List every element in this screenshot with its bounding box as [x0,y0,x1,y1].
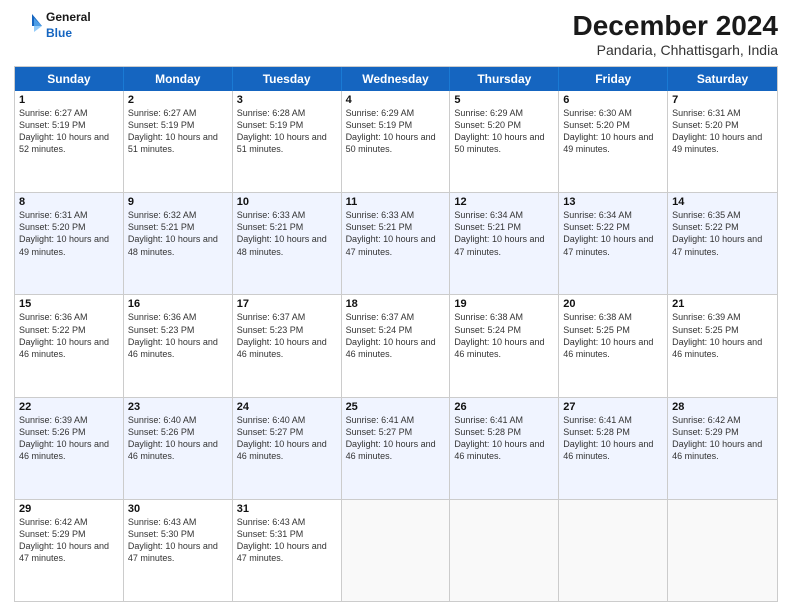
day-30: 30 Sunrise: 6:43 AM Sunset: 5:30 PM Dayl… [124,500,233,601]
day-8: 8 Sunrise: 6:31 AM Sunset: 5:20 PM Dayli… [15,193,124,294]
main-title: December 2024 [573,10,778,42]
day-31: 31 Sunrise: 6:43 AM Sunset: 5:31 PM Dayl… [233,500,342,601]
calendar: Sunday Monday Tuesday Wednesday Thursday… [14,66,778,602]
week-row-2: 8 Sunrise: 6:31 AM Sunset: 5:20 PM Dayli… [15,192,777,294]
day-5: 5 Sunrise: 6:29 AM Sunset: 5:20 PM Dayli… [450,91,559,192]
empty-cell-3 [559,500,668,601]
day-12: 12 Sunrise: 6:34 AM Sunset: 5:21 PM Dayl… [450,193,559,294]
day-26: 26 Sunrise: 6:41 AM Sunset: 5:28 PM Dayl… [450,398,559,499]
day-1: 1 Sunrise: 6:27 AM Sunset: 5:19 PM Dayli… [15,91,124,192]
day-11: 11 Sunrise: 6:33 AM Sunset: 5:21 PM Dayl… [342,193,451,294]
day-19: 19 Sunrise: 6:38 AM Sunset: 5:24 PM Dayl… [450,295,559,396]
empty-cell-1 [342,500,451,601]
header-saturday: Saturday [668,67,777,91]
calendar-page: General Blue December 2024 Pandaria, Chh… [0,0,792,612]
day-14: 14 Sunrise: 6:35 AM Sunset: 5:22 PM Dayl… [668,193,777,294]
day-18: 18 Sunrise: 6:37 AM Sunset: 5:24 PM Dayl… [342,295,451,396]
day-16: 16 Sunrise: 6:36 AM Sunset: 5:23 PM Dayl… [124,295,233,396]
day-3: 3 Sunrise: 6:28 AM Sunset: 5:19 PM Dayli… [233,91,342,192]
header-friday: Friday [559,67,668,91]
day-22: 22 Sunrise: 6:39 AM Sunset: 5:26 PM Dayl… [15,398,124,499]
day-15: 15 Sunrise: 6:36 AM Sunset: 5:22 PM Dayl… [15,295,124,396]
day-2: 2 Sunrise: 6:27 AM Sunset: 5:19 PM Dayli… [124,91,233,192]
day-6: 6 Sunrise: 6:30 AM Sunset: 5:20 PM Dayli… [559,91,668,192]
day-9: 9 Sunrise: 6:32 AM Sunset: 5:21 PM Dayli… [124,193,233,294]
logo: General Blue [14,10,91,42]
week-row-3: 15 Sunrise: 6:36 AM Sunset: 5:22 PM Dayl… [15,294,777,396]
day-4: 4 Sunrise: 6:29 AM Sunset: 5:19 PM Dayli… [342,91,451,192]
empty-cell-2 [450,500,559,601]
day-20: 20 Sunrise: 6:38 AM Sunset: 5:25 PM Dayl… [559,295,668,396]
page-header: General Blue December 2024 Pandaria, Chh… [14,10,778,58]
day-24: 24 Sunrise: 6:40 AM Sunset: 5:27 PM Dayl… [233,398,342,499]
header-wednesday: Wednesday [342,67,451,91]
day-23: 23 Sunrise: 6:40 AM Sunset: 5:26 PM Dayl… [124,398,233,499]
week-row-4: 22 Sunrise: 6:39 AM Sunset: 5:26 PM Dayl… [15,397,777,499]
day-21: 21 Sunrise: 6:39 AM Sunset: 5:25 PM Dayl… [668,295,777,396]
day-10: 10 Sunrise: 6:33 AM Sunset: 5:21 PM Dayl… [233,193,342,294]
empty-cell-4 [668,500,777,601]
day-28: 28 Sunrise: 6:42 AM Sunset: 5:29 PM Dayl… [668,398,777,499]
calendar-header: Sunday Monday Tuesday Wednesday Thursday… [15,67,777,91]
subtitle: Pandaria, Chhattisgarh, India [573,42,778,58]
day-7: 7 Sunrise: 6:31 AM Sunset: 5:20 PM Dayli… [668,91,777,192]
header-tuesday: Tuesday [233,67,342,91]
day-25: 25 Sunrise: 6:41 AM Sunset: 5:27 PM Dayl… [342,398,451,499]
day-17: 17 Sunrise: 6:37 AM Sunset: 5:23 PM Dayl… [233,295,342,396]
week-row-5: 29 Sunrise: 6:42 AM Sunset: 5:29 PM Dayl… [15,499,777,601]
day-29: 29 Sunrise: 6:42 AM Sunset: 5:29 PM Dayl… [15,500,124,601]
day-13: 13 Sunrise: 6:34 AM Sunset: 5:22 PM Dayl… [559,193,668,294]
header-thursday: Thursday [450,67,559,91]
calendar-body: 1 Sunrise: 6:27 AM Sunset: 5:19 PM Dayli… [15,91,777,601]
day-number: 1 [19,94,119,106]
header-monday: Monday [124,67,233,91]
title-area: December 2024 Pandaria, Chhattisgarh, In… [573,10,778,58]
cell-info: Sunrise: 6:27 AM Sunset: 5:19 PM Dayligh… [19,107,119,156]
week-row-1: 1 Sunrise: 6:27 AM Sunset: 5:19 PM Dayli… [15,91,777,192]
day-27: 27 Sunrise: 6:41 AM Sunset: 5:28 PM Dayl… [559,398,668,499]
header-sunday: Sunday [15,67,124,91]
